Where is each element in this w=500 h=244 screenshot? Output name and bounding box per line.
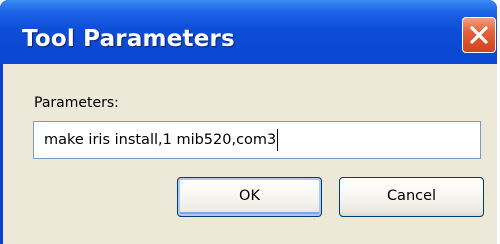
cancel-button[interactable]: Cancel xyxy=(339,177,484,217)
text-caret xyxy=(277,129,279,151)
ok-button[interactable]: OK xyxy=(177,177,322,217)
parameters-input-value: make iris install,1 mib520,com3 xyxy=(44,132,277,148)
close-button[interactable] xyxy=(462,17,496,53)
close-icon xyxy=(470,26,488,44)
window-title: Tool Parameters xyxy=(22,26,235,52)
parameters-label: Parameters: xyxy=(34,95,119,111)
parameters-input[interactable]: make iris install,1 mib520,com3 xyxy=(33,121,481,159)
